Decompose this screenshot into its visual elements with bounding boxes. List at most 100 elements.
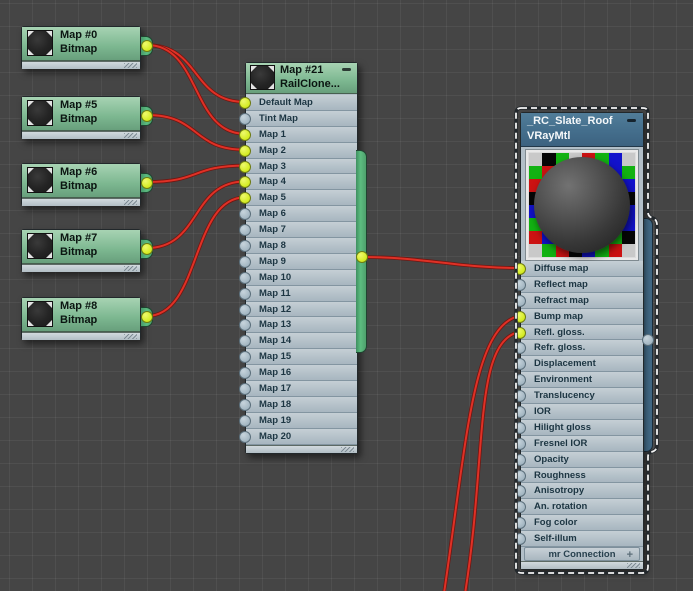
wire[interactable] [147,197,245,316]
slot-row: Refl. gloss. [521,325,643,341]
input-socket[interactable] [514,327,526,339]
wire[interactable] [147,166,245,182]
output-socket[interactable] [141,177,153,189]
input-socket[interactable] [239,399,251,411]
wire[interactable] [464,332,520,591]
bitmap-node[interactable]: Map #6Bitmap [21,163,141,206]
input-socket[interactable] [239,256,251,268]
expand-plus-icon[interactable]: + [627,549,633,561]
input-socket[interactable] [239,272,251,284]
input-socket[interactable] [514,454,526,466]
slot-row: Map 10 [246,270,357,286]
resize-handle-icon[interactable] [124,334,137,339]
wire[interactable] [147,115,245,150]
collapse-minus-icon[interactable] [627,119,636,122]
vray-node[interactable]: _RC_Slate_RoofVRayMtlDiffuse mapReflect … [520,112,644,570]
input-socket[interactable] [514,438,526,450]
output-socket[interactable] [141,311,153,323]
slot-label: Fresnel IOR [534,438,587,449]
input-socket[interactable] [239,288,251,300]
input-socket[interactable] [239,97,251,109]
input-socket[interactable] [514,279,526,291]
resize-handle-icon[interactable] [627,563,640,568]
wire-outline [147,45,245,102]
slot-row: Map 4 [246,174,357,190]
input-socket[interactable] [239,431,251,443]
input-socket[interactable] [514,358,526,370]
slot-row: Environment [521,372,643,388]
node-subtitle: VRayMtl [527,130,570,142]
bitmap-node-header[interactable]: Map #7Bitmap [22,230,140,264]
input-socket[interactable] [239,129,251,141]
resize-handle-icon[interactable] [124,200,137,205]
bitmap-node-header[interactable]: Map #0Bitmap [22,27,140,61]
bitmap-node[interactable]: Map #0Bitmap [21,26,141,69]
input-socket[interactable] [514,533,526,545]
input-socket[interactable] [239,383,251,395]
input-socket[interactable] [239,113,251,125]
output-socket[interactable] [141,40,153,52]
node-footer [22,131,140,139]
input-socket[interactable] [514,295,526,307]
bitmap-node[interactable]: Map #8Bitmap [21,297,141,340]
input-socket[interactable] [514,470,526,482]
wire[interactable] [362,257,520,268]
resize-handle-icon[interactable] [341,447,354,452]
input-socket[interactable] [239,351,251,363]
slot-label: Map 14 [259,335,291,346]
resize-handle-icon[interactable] [124,133,137,138]
input-socket[interactable] [239,145,251,157]
input-socket[interactable] [239,319,251,331]
material-preview [525,149,639,261]
input-socket[interactable] [239,224,251,236]
vray-node-header[interactable]: _RC_Slate_RoofVRayMtl [521,113,643,147]
slot-label: Map 19 [259,415,291,426]
output-socket[interactable] [642,334,654,346]
node-subtitle: Bitmap [60,180,97,192]
bitmap-node[interactable]: Map #5Bitmap [21,96,141,139]
wire[interactable] [147,45,245,134]
input-socket[interactable] [239,367,251,379]
node-thumbnail [27,167,53,193]
resize-handle-icon[interactable] [124,63,137,68]
input-socket[interactable] [514,311,526,323]
input-socket[interactable] [514,422,526,434]
node-footer [22,61,140,69]
slot-label: Roughness [534,470,586,481]
input-socket[interactable] [239,335,251,347]
checker-cell [622,153,635,166]
input-socket[interactable] [514,390,526,402]
output-socket[interactable] [141,110,153,122]
slot-row: Refract map [521,293,643,309]
bitmap-node[interactable]: Map #7Bitmap [21,229,141,272]
wire[interactable] [147,182,245,249]
input-socket[interactable] [239,208,251,220]
output-socket[interactable] [141,243,153,255]
mr-connection-bar[interactable]: mr Connection+ [524,547,640,561]
input-socket[interactable] [514,406,526,418]
input-socket[interactable] [239,304,251,316]
bitmap-node-header[interactable]: Map #5Bitmap [22,97,140,131]
input-socket[interactable] [514,342,526,354]
collapse-minus-icon[interactable] [342,68,351,71]
input-socket[interactable] [239,161,251,173]
output-socket[interactable] [356,251,368,263]
input-socket[interactable] [239,176,251,188]
input-socket[interactable] [239,415,251,427]
railclone-node[interactable]: Map #21RailClone...Default MapTint MapMa… [245,62,358,454]
input-socket[interactable] [514,485,526,497]
wire[interactable] [443,316,520,591]
node-view-canvas[interactable]: Map #0Bitmap Map #5Bitmap Map #6Bitmap Map … [0,0,693,591]
railclone-node-header[interactable]: Map #21RailClone... [246,63,357,94]
bitmap-node-header[interactable]: Map #8Bitmap [22,298,140,332]
input-socket[interactable] [514,501,526,513]
input-socket[interactable] [514,263,526,275]
wire[interactable] [147,45,245,102]
input-socket[interactable] [239,240,251,252]
thumbnail-corner-mark [46,119,52,125]
input-socket[interactable] [239,192,251,204]
bitmap-node-header[interactable]: Map #6Bitmap [22,164,140,198]
resize-handle-icon[interactable] [124,266,137,271]
input-socket[interactable] [514,374,526,386]
input-socket[interactable] [514,517,526,529]
